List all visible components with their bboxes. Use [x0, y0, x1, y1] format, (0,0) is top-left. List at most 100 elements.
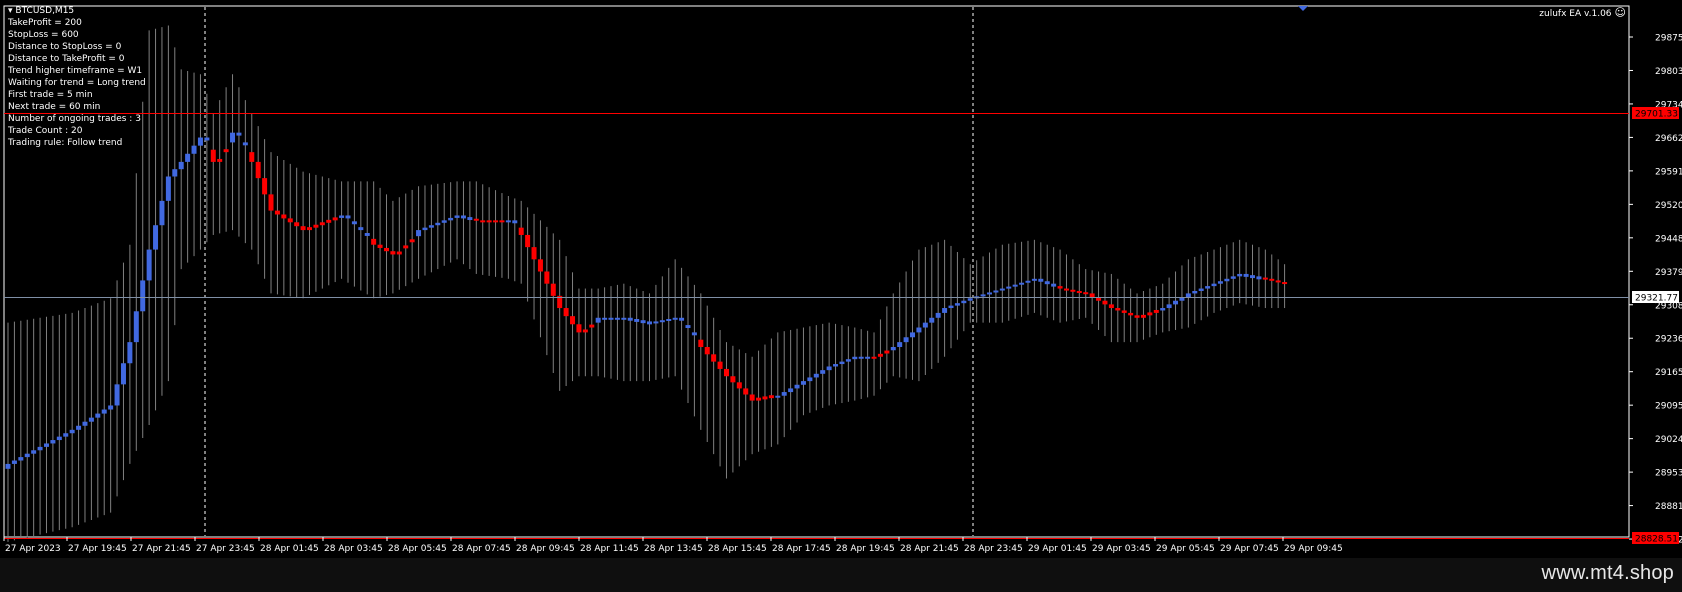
candle-body [980, 294, 986, 297]
time-tick-label: 28 Apr 03:45 [324, 544, 383, 554]
candle-body [390, 251, 396, 255]
info-take-profit: TakeProfit = 200 [8, 18, 82, 28]
candle-body [621, 317, 627, 320]
candle-body [326, 219, 332, 223]
candle-body [858, 356, 864, 359]
info-trading-rule: Trading rule: Follow trend [8, 138, 123, 148]
smiley-icon[interactable]: ☺ [1615, 7, 1626, 19]
candle-body [493, 220, 499, 223]
candle-body [531, 247, 537, 260]
collapse-triangle-icon[interactable]: ▾ [8, 6, 13, 16]
candle-body [929, 317, 935, 323]
candle-body [236, 132, 242, 136]
candle-body [37, 446, 43, 451]
candle-body [43, 443, 49, 447]
watermark-text: www.mt4.shop [1541, 562, 1674, 584]
price-tick-label: 29803.60 [1655, 67, 1682, 77]
candle-body [307, 227, 313, 231]
candle-body [1166, 304, 1172, 309]
candle-body [11, 460, 17, 464]
candle-body [345, 215, 351, 219]
candle-body [800, 381, 806, 385]
candle-body [95, 413, 101, 418]
lower-price-label: 28828.51 [1632, 532, 1679, 545]
current-price-label: 29321.77 [1632, 291, 1679, 304]
candle-body [1083, 292, 1089, 295]
candle-body [76, 425, 82, 430]
symbol-title[interactable]: ▾ BTCUSD,M15 [8, 5, 146, 17]
candle-body [1012, 284, 1018, 287]
candle-body [691, 332, 697, 336]
candle-body [711, 354, 717, 362]
candle-body [826, 366, 832, 371]
candle-body [1153, 309, 1159, 313]
info-trend-timeframe: Trend higher timeframe = W1 [8, 66, 143, 76]
plot-area[interactable] [3, 5, 1630, 538]
chart-canvas[interactable]: 29875.0029803.6029734.3029662.9029591.50… [0, 0, 1682, 558]
candle-body [364, 233, 370, 236]
candle-body [910, 332, 916, 338]
candle-body [961, 300, 967, 304]
candle-body [499, 220, 505, 223]
candle-body [1282, 282, 1288, 285]
candle-body [448, 217, 454, 221]
chart-window[interactable]: 29875.0029803.6029734.3029662.9029591.50… [0, 0, 1682, 558]
candle-body [550, 283, 556, 296]
candle-body [262, 178, 268, 195]
time-tick-label: 28 Apr 23:45 [964, 544, 1023, 554]
info-distance-take-profit: Distance to TakeProfit = 0 [8, 54, 125, 64]
candle-body [999, 288, 1005, 291]
candle-body [672, 317, 678, 320]
candle-body [255, 161, 261, 179]
price-tick-label: 29024.50 [1655, 435, 1682, 445]
candle-body [56, 436, 62, 441]
time-tick-label: 27 Apr 19:45 [68, 544, 127, 554]
candle-body [18, 457, 24, 461]
time-tick-label: 28 Apr 15:45 [708, 544, 767, 554]
info-first-trade: First trade = 5 min [8, 90, 93, 100]
candle-body [544, 271, 550, 284]
expert-advisor-label[interactable]: zulufx EA v.1.06 ☺ [1539, 7, 1626, 20]
candle-body [351, 221, 357, 225]
price-tick-label: 29236.60 [1655, 335, 1682, 345]
svg-text:28828.51: 28828.51 [1635, 535, 1678, 545]
candle-body [197, 137, 203, 146]
candle-body [114, 384, 120, 406]
candle-body [1134, 315, 1140, 318]
candle-body [865, 356, 871, 359]
candle-body [409, 239, 415, 243]
candle-body [313, 224, 319, 228]
time-tick-label: 27 Apr 2023 [5, 544, 61, 554]
candle-body [614, 317, 620, 320]
price-axis: 29875.0029803.6029734.3029662.9029591.50… [1629, 34, 1682, 546]
time-tick-label: 28 Apr 21:45 [900, 544, 959, 554]
price-tick-label: 29662.90 [1655, 134, 1682, 144]
price-tick-label: 29875.00 [1655, 34, 1682, 44]
candle-body [377, 244, 383, 248]
candle-body [1057, 286, 1063, 289]
candle-body [1230, 276, 1236, 279]
candle-body [223, 149, 229, 153]
candle-body [1044, 281, 1050, 285]
candle-body [730, 376, 736, 383]
candle-body [5, 463, 11, 469]
candle-body [948, 305, 954, 309]
candle-body [781, 392, 787, 396]
candle-body [679, 317, 685, 321]
candle-body [242, 142, 248, 146]
time-tick-label: 28 Apr 07:45 [452, 544, 511, 554]
candle-body [1217, 281, 1223, 284]
candle-body [140, 280, 146, 312]
candle-body [319, 222, 325, 226]
candle-body [845, 359, 851, 362]
candle-body [210, 149, 216, 162]
upper-price-label: 29701.33 [1632, 107, 1679, 120]
candle-body [178, 161, 184, 170]
candle-body [281, 214, 287, 219]
candle-body [1019, 282, 1025, 285]
candle-body [807, 377, 813, 382]
candle-body [230, 132, 236, 143]
time-tick-label: 29 Apr 01:45 [1028, 544, 1087, 554]
candle-body [358, 227, 364, 231]
candle-body [813, 373, 819, 378]
